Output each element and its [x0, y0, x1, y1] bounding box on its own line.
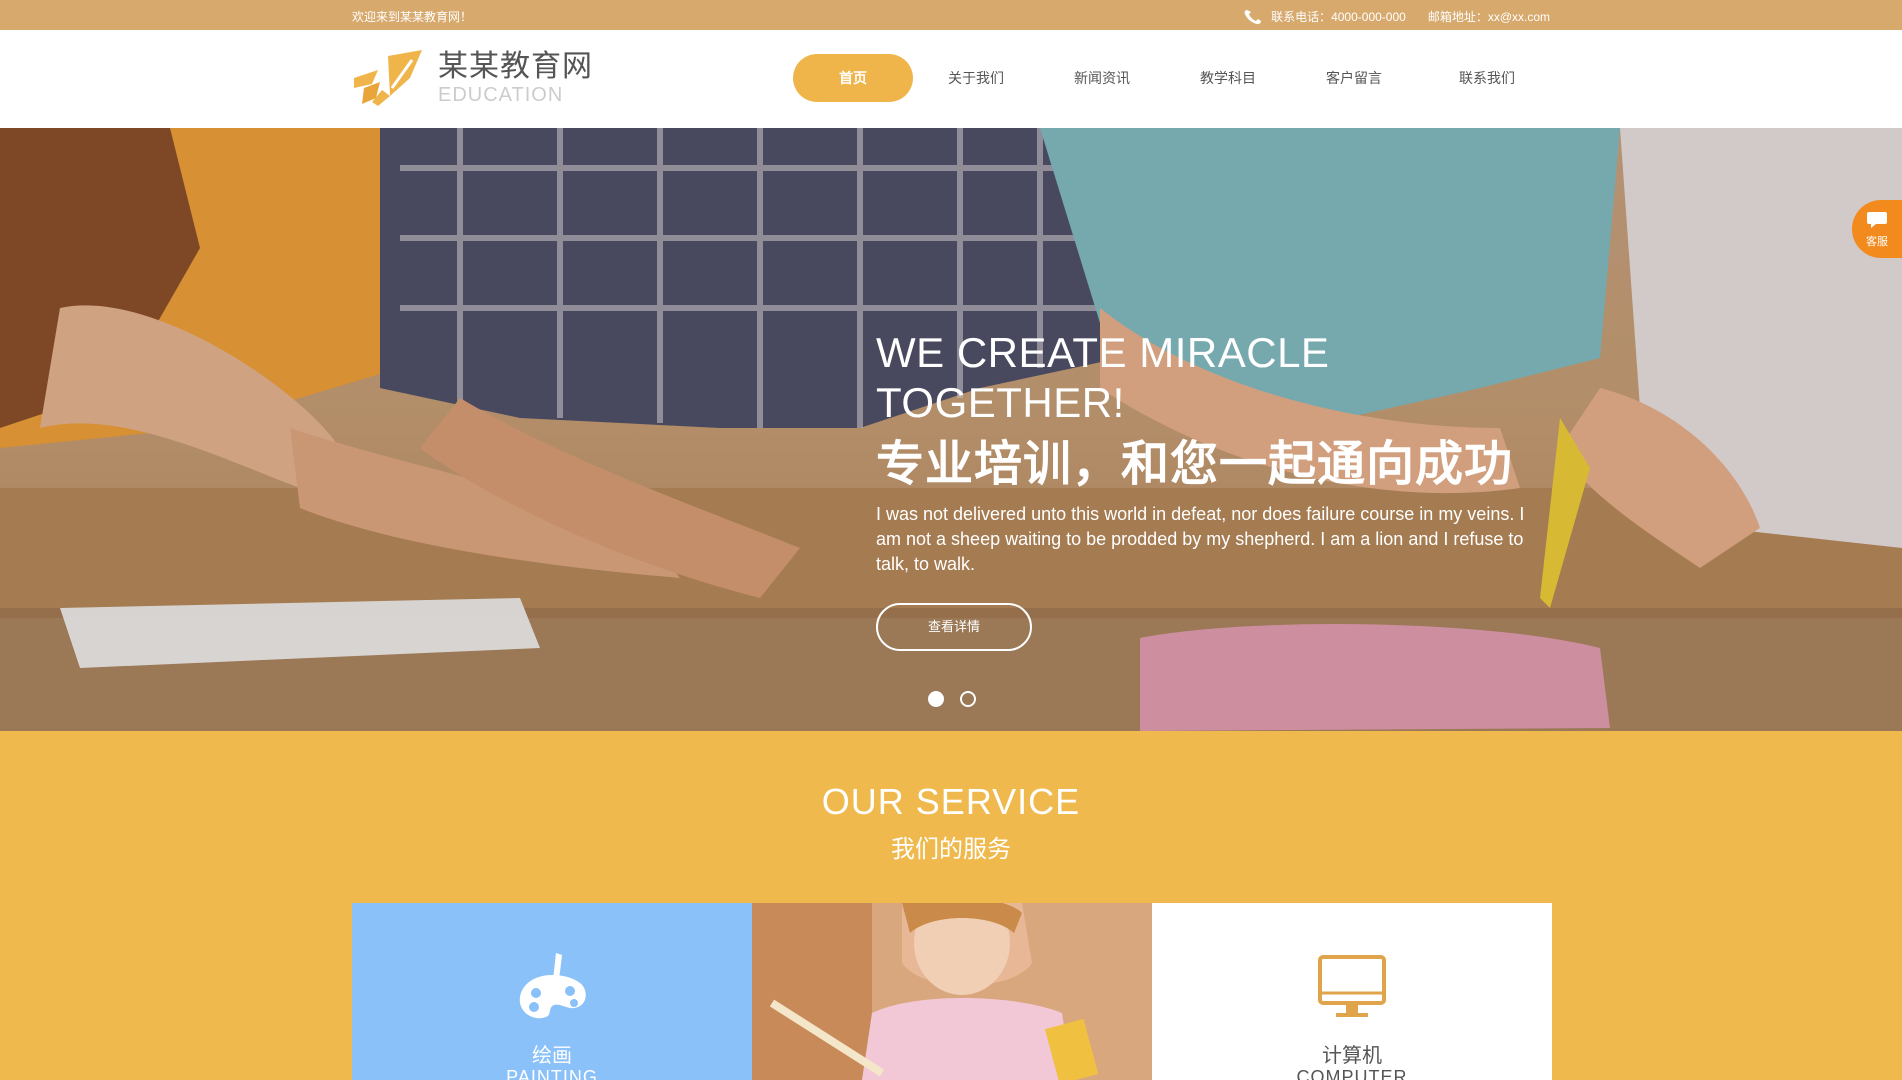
child-drawing-photo — [752, 903, 1152, 1080]
slide-dot-1[interactable] — [928, 691, 944, 707]
view-details-button[interactable]: 查看详情 — [876, 603, 1032, 651]
service-subtitle: 我们的服务 — [891, 836, 1011, 863]
slide-dot-2[interactable] — [960, 691, 976, 707]
contact-info: 联系电话：4000-000-000 邮箱地址：xx@xx.com — [1243, 8, 1550, 25]
service-card-computer[interactable]: 计算机 COMPUTER — [1152, 903, 1552, 1080]
phone-text: 联系电话：4000-000-000 — [1271, 10, 1406, 24]
logo-name: 某某教育网 — [438, 50, 593, 83]
hero-banner: WE CREATE MIRACLE TOGETHER! 专业培训，和您一起通向成… — [0, 128, 1902, 731]
service-card-painting-en: PAINTING — [506, 1067, 598, 1080]
nav-subjects[interactable]: 教学科目 — [1165, 54, 1291, 102]
service-cards: 绘画 PAINTING 计算机 COMPUTER — [352, 903, 1552, 1080]
nav-messages[interactable]: 客户留言 — [1291, 54, 1417, 102]
nav-news[interactable]: 新闻资讯 — [1039, 54, 1165, 102]
service-section: OUR SERVICE 我们的服务 绘画 PAINTING 计算机 COMPUT… — [0, 731, 1902, 1080]
banner-description: I was not delivered unto this world in d… — [876, 504, 1525, 574]
top-bar: 欢迎来到某某教育网！ 联系电话：4000-000-000 邮箱地址：xx@xx.… — [0, 0, 1902, 30]
service-card-computer-cn: 计算机 — [1322, 1045, 1382, 1067]
service-card-painting[interactable]: 绘画 PAINTING — [352, 903, 752, 1080]
nav-about[interactable]: 关于我们 — [913, 54, 1039, 102]
welcome-text: 欢迎来到某某教育网！ — [352, 10, 473, 24]
monitor-icon — [1318, 955, 1386, 1017]
main-nav: 首页 关于我们 新闻资讯 教学科目 客户留言 联系我们 — [793, 54, 1557, 102]
customer-service-button[interactable]: 客服 — [1852, 200, 1902, 258]
email-text: 邮箱地址：xx@xx.com — [1427, 10, 1550, 24]
chat-bubble-icon — [1867, 212, 1887, 228]
banner-text: WE CREATE MIRACLE TOGETHER! 专业培训，和您一起通向成… — [876, 328, 1526, 651]
customer-service-label: 客服 — [1866, 236, 1888, 248]
service-title: OUR SERVICE — [821, 781, 1081, 822]
service-card-painting-cn: 绘画 — [532, 1045, 572, 1067]
palette-icon — [519, 953, 586, 1019]
banner-heading-cn: 专业培训，和您一起通向成功 — [876, 438, 1514, 491]
nav-contact[interactable]: 联系我们 — [1417, 54, 1557, 102]
logo[interactable]: 某某教育网 EDUCATION — [352, 48, 593, 108]
nav-home[interactable]: 首页 — [793, 54, 913, 102]
banner-heading-en: WE CREATE MIRACLE TOGETHER! — [876, 329, 1330, 426]
service-card-computer-en: COMPUTER — [1296, 1067, 1408, 1080]
logo-subtitle: EDUCATION — [438, 84, 564, 106]
phone-icon — [1244, 9, 1262, 24]
service-card-photo[interactable] — [752, 903, 1152, 1080]
rocket-logo-icon — [354, 50, 422, 106]
header: 某某教育网 EDUCATION 首页 关于我们 新闻资讯 教学科目 客户留言 联… — [0, 30, 1902, 128]
slide-indicators — [928, 691, 976, 707]
